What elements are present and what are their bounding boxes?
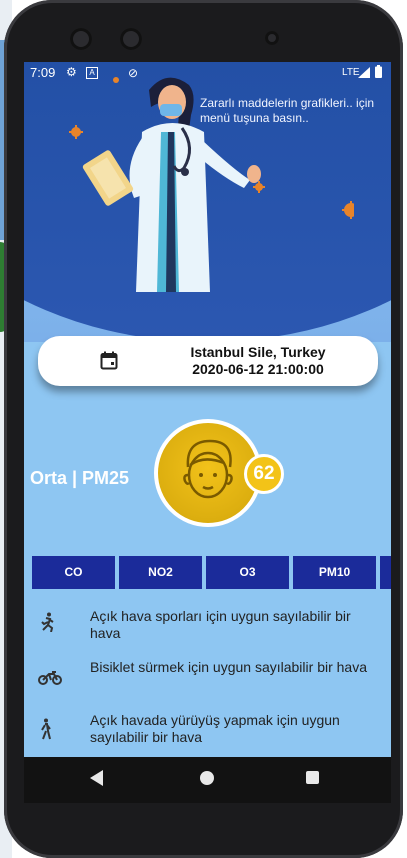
status-bar: 7:09 ⚙ A ⊘ LTE (24, 62, 391, 84)
signal-icon (358, 67, 370, 78)
tab-partial[interactable] (380, 556, 391, 589)
location-place: Istanbul Sile, Turkey (190, 344, 326, 360)
tab-co[interactable]: CO (32, 556, 115, 589)
navigation-bar (24, 757, 391, 803)
advice-text: Açık hava sporları için uygun sayılabili… (90, 608, 351, 641)
settings-icon: ⚙ (66, 65, 77, 79)
back-icon[interactable] (90, 770, 104, 786)
calendar-icon (100, 351, 118, 370)
tab-no2[interactable]: NO2 (119, 556, 202, 589)
notification-a-icon: A (86, 67, 98, 79)
tab-o3[interactable]: O3 (206, 556, 289, 589)
walking-icon (41, 718, 51, 740)
aqi-score-badge: 62 (244, 454, 284, 494)
aqi-level-label: Orta | PM25 (30, 468, 130, 488)
face-icon (183, 439, 233, 499)
advice-item-sports: Açık hava sporları için uygun sayılabili… (24, 608, 391, 652)
advice-item-cycling: Bisiklet sürmek için uygun sayılabilir b… (24, 659, 391, 703)
app-screen: 7:09 ⚙ A ⊘ LTE Zararlı maddelerin grafik… (24, 62, 391, 757)
battery-icon (375, 65, 382, 78)
recent-apps-icon[interactable] (306, 771, 319, 784)
running-icon (41, 612, 54, 632)
sync-icon: ⊘ (128, 66, 139, 80)
status-time: 7:09 (30, 65, 56, 80)
tab-pm10[interactable]: PM10 (293, 556, 376, 589)
advice-text: Bisiklet sürmek için uygun sayılabilir b… (90, 659, 367, 675)
location-datetime: 2020-06-12 21:00:00 (192, 361, 324, 377)
advice-item-walking: Açık havada yürüyüş yapmak için uygun sa… (24, 712, 391, 756)
menu-hint: Zararlı maddelerin grafikleri.. için men… (200, 96, 375, 125)
location-info: Istanbul Sile, Turkey 2020-06-12 21:00:0… (158, 344, 358, 378)
pollutant-tabs: CO NO2 O3 PM10 (32, 556, 391, 589)
front-camera (70, 28, 92, 50)
network-label: LTE (342, 67, 360, 78)
location-card[interactable]: Istanbul Sile, Turkey 2020-06-12 21:00:0… (38, 336, 378, 386)
sensor (265, 31, 279, 45)
home-icon[interactable] (200, 771, 214, 785)
advice-text: Açık havada yürüyüş yapmak için uygun sa… (90, 712, 340, 745)
motorcycle-icon (38, 671, 62, 685)
front-camera-secondary (120, 28, 142, 50)
